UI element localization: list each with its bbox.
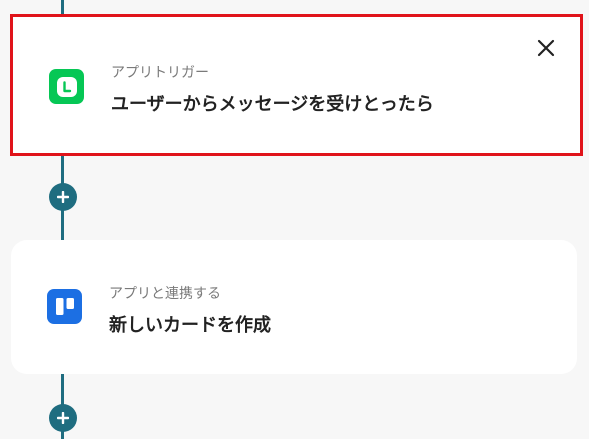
plus-icon bbox=[57, 191, 69, 203]
action-type-label: アプリと連携する bbox=[109, 286, 221, 302]
trigger-card[interactable]: アプリトリガー ユーザーからメッセージを受けとったら bbox=[10, 14, 583, 156]
action-title: 新しいカードを作成 bbox=[109, 315, 271, 336]
trigger-title: ユーザーからメッセージを受けとったら bbox=[111, 94, 434, 115]
close-icon bbox=[537, 39, 555, 57]
add-step-button[interactable] bbox=[49, 183, 77, 211]
trello-app-icon bbox=[47, 289, 82, 324]
line-app-icon bbox=[49, 69, 84, 104]
close-button[interactable] bbox=[534, 36, 558, 60]
plus-icon bbox=[57, 412, 69, 424]
action-card[interactable]: アプリと連携する 新しいカードを作成 bbox=[11, 240, 577, 374]
trigger-type-label: アプリトリガー bbox=[111, 65, 209, 81]
flow-connector-top bbox=[61, 0, 64, 14]
add-step-button[interactable] bbox=[49, 404, 77, 432]
